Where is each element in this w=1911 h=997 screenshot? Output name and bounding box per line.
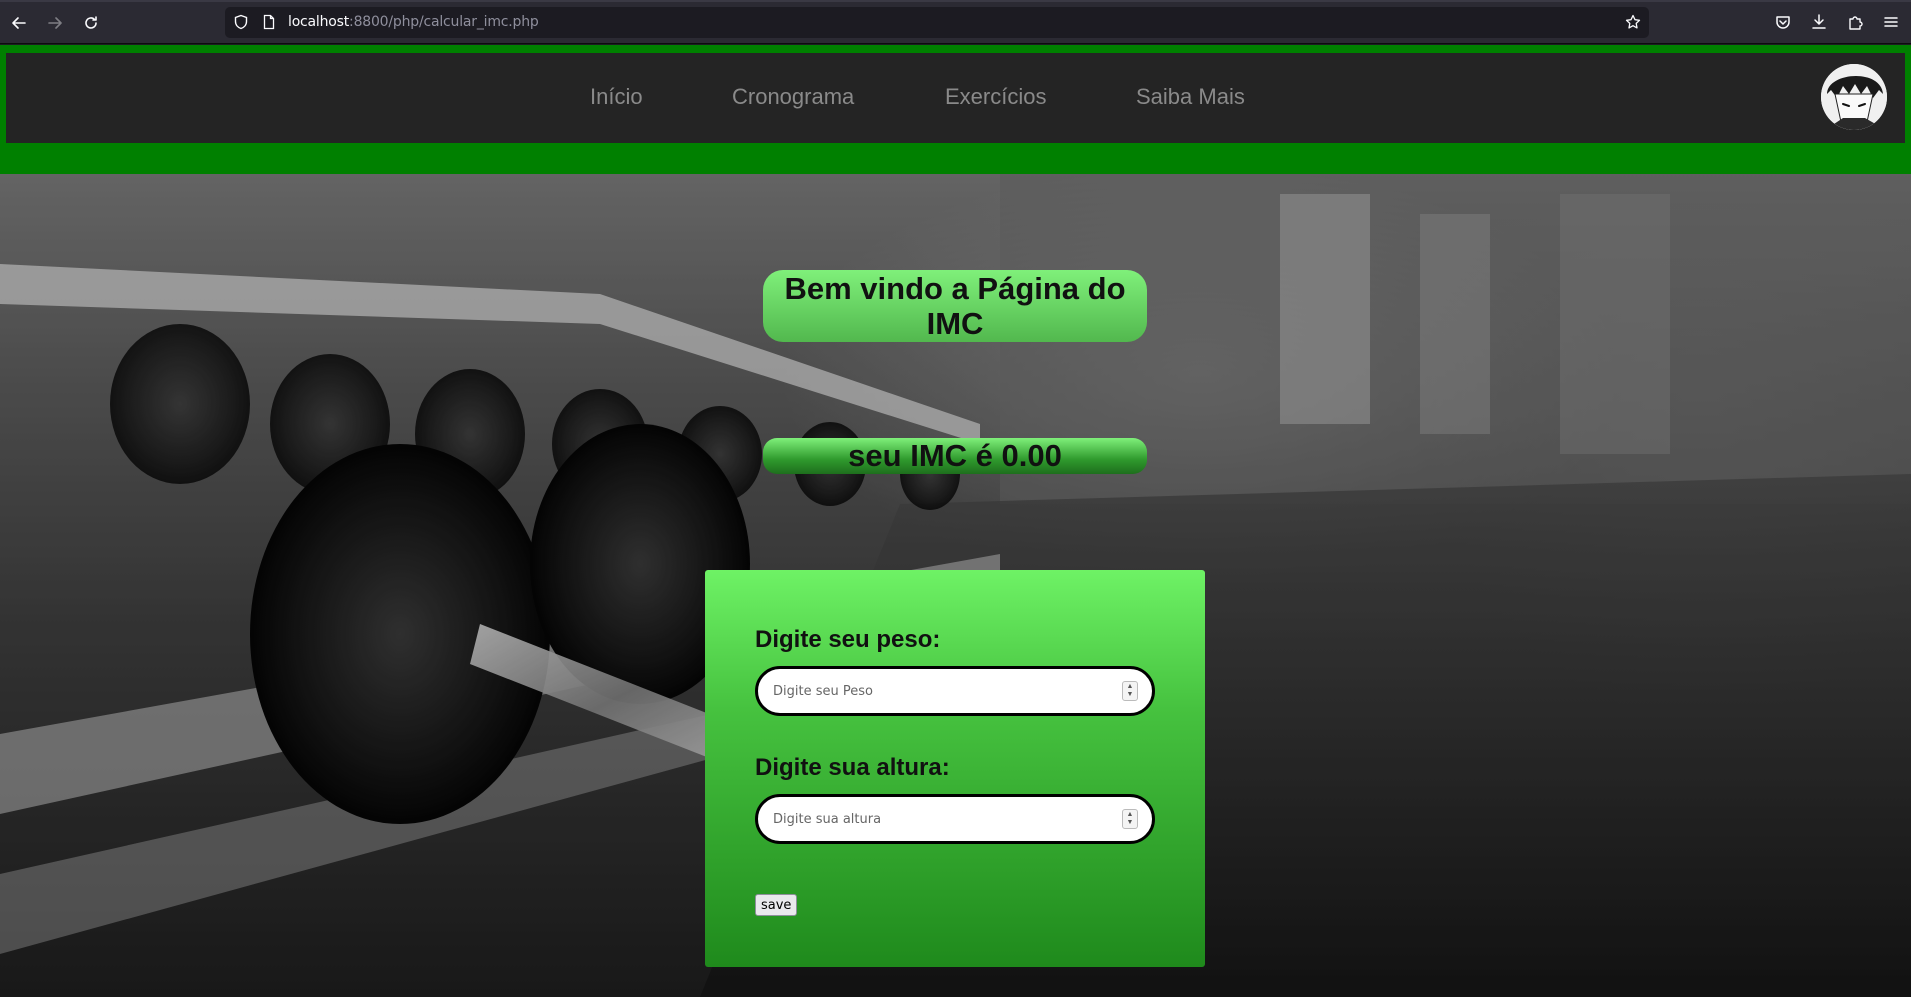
main-menu: Início Cronograma Exercícios Saiba Mais [6,53,1905,143]
weight-input[interactable] [755,666,1155,716]
browser-toolbar: localhost:8800/php/calcular_imc.php [0,0,1911,44]
downloads-button[interactable] [1810,13,1828,31]
navbar: Início Cronograma Exercícios Saiba Mais [6,53,1905,143]
tab-strip-edge [0,0,1911,2]
spinner-down-icon: ▼ [1126,819,1134,826]
hamburger-icon [1884,17,1898,27]
nav-link-cronograma[interactable]: Cronograma [732,84,854,110]
arrow-right-icon [48,17,62,29]
spinner-up-icon: ▲ [1126,683,1134,690]
nav-link-saiba-mais[interactable]: Saiba Mais [1136,84,1245,110]
anime-avatar-image [1821,64,1887,130]
reload-icon [85,16,97,29]
bookmark-star-icon[interactable] [1625,14,1641,30]
back-button[interactable] [6,10,32,36]
forward-button[interactable] [42,10,68,36]
height-input[interactable] [755,794,1155,844]
page-viewport: Início Cronograma Exercícios Saiba Mais … [0,45,1911,997]
url-text[interactable]: localhost:8800/php/calcular_imc.php [288,14,539,30]
site-header: Início Cronograma Exercícios Saiba Mais [0,45,1911,174]
url-path: :8800/php/calcular_imc.php [349,14,539,30]
app-menu-button[interactable] [1882,13,1900,31]
page-title: Bem vindo a Página do IMC [763,270,1147,342]
puzzle-icon [1849,16,1863,30]
pocket-button[interactable] [1774,13,1792,31]
shield-icon[interactable] [233,14,249,30]
reload-button[interactable] [78,10,104,36]
user-avatar[interactable] [1821,64,1887,130]
address-bar[interactable]: localhost:8800/php/calcular_imc.php [225,7,1649,38]
weight-label: Digite seu peso: [755,626,941,653]
nav-link-inicio[interactable]: Início [590,84,643,110]
arrow-left-icon [12,17,26,29]
page-icon [263,14,275,30]
weight-spinner[interactable]: ▲ ▼ [1122,681,1138,701]
height-spinner[interactable]: ▲ ▼ [1122,809,1138,829]
pocket-icon [1776,16,1790,29]
spinner-up-icon: ▲ [1126,811,1134,818]
nav-link-exercicios[interactable]: Exercícios [945,84,1046,110]
save-button[interactable]: save [755,894,798,916]
extensions-button[interactable] [1846,13,1864,31]
url-host: localhost [288,14,350,30]
imc-form: Digite seu peso: ▲ ▼ Digite sua altura: … [705,570,1205,967]
download-icon [1812,14,1826,29]
spinner-down-icon: ▼ [1126,691,1134,698]
imc-result: seu IMC é 0.00 [763,438,1147,474]
height-label: Digite sua altura: [755,754,950,781]
